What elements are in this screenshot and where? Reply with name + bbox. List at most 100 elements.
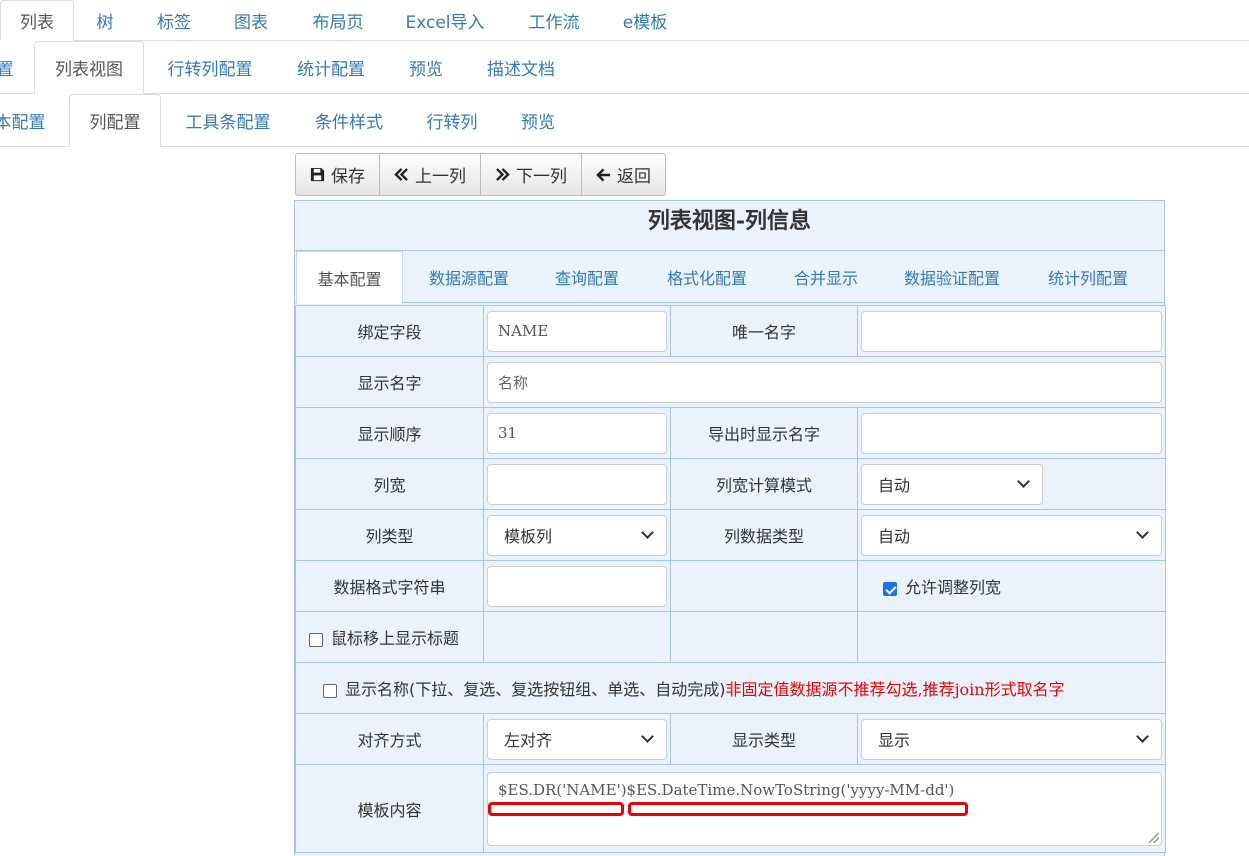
double-chevron-right-icon (496, 168, 510, 181)
tab-chart[interactable]: 图表 (222, 0, 280, 40)
chevron-down-icon (641, 526, 654, 539)
double-chevron-left-icon (394, 168, 408, 181)
template-content-value: $ES.DR('NAME')$ES.DateTime.NowToString('… (498, 780, 955, 799)
form-row: 列类型 模板列 列数据类型 自动 (295, 509, 1166, 561)
tab-row-to-col[interactable]: 行转列 (414, 94, 490, 146)
toolbar: 保存 上一列 下一列 返回 (295, 153, 666, 196)
third-tab-bar: 本配置 列配置 工具条配置 条件样式 行转列 预览 (0, 94, 1249, 147)
back-button[interactable]: 返回 (582, 153, 666, 196)
tab-row-to-col-config[interactable]: 行转列配置 (155, 41, 265, 93)
display-type-value: 显示 (878, 731, 911, 750)
format-string-label: 数据格式字符串 (295, 560, 484, 612)
chevron-down-icon (1136, 730, 1149, 743)
form-row: 显示名字 名称 (295, 356, 1166, 408)
form-row: 对齐方式 左对齐 显示类型 显示 (295, 713, 1166, 765)
form-row: 数据格式字符串 允许调整列宽 (295, 560, 1166, 612)
unique-name-input[interactable] (861, 310, 1162, 352)
second-tab-bar: 置 列表视图 行转列配置 统计配置 预览 描述文档 (0, 41, 1249, 94)
hover-title-label: 鼠标移上显示标题 (331, 629, 460, 648)
tab-layout-page[interactable]: 布局页 (300, 0, 376, 40)
form-row: 列宽 列宽计算模式 自动 (295, 458, 1166, 510)
export-name-label: 导出时显示名字 (670, 407, 858, 459)
tab-preview-2[interactable]: 预览 (509, 94, 567, 146)
tab-datasource-config[interactable]: 数据源配置 (415, 251, 523, 303)
tab-stat-column-config[interactable]: 统计列配置 (1038, 251, 1138, 303)
column-type-value: 模板列 (504, 527, 553, 546)
tab-stats-config[interactable]: 统计配置 (284, 41, 378, 93)
column-data-type-label: 列数据类型 (670, 509, 858, 561)
tab-config-partial[interactable]: 置 (0, 41, 16, 93)
form-row: 绑定字段 NAME 唯一名字 (295, 305, 1166, 357)
tab-basic-config-partial[interactable]: 本配置 (0, 94, 50, 146)
column-data-type-value: 自动 (878, 527, 911, 546)
hover-title-checkbox[interactable] (309, 632, 323, 647)
highlight-mark (628, 801, 968, 816)
tab-conditional-style[interactable]: 条件样式 (303, 94, 395, 146)
unique-name-label: 唯一名字 (670, 305, 858, 357)
tab-basic-config[interactable]: 基本配置 (296, 251, 403, 304)
tab-format-config[interactable]: 格式化配置 (657, 251, 757, 303)
column-type-label: 列类型 (295, 509, 484, 561)
tab-query-config[interactable]: 查询配置 (545, 251, 629, 303)
previous-column-button[interactable]: 上一列 (380, 153, 481, 196)
width-mode-label: 列宽计算模式 (670, 458, 858, 510)
allow-resize-label: 允许调整列宽 (905, 578, 1002, 597)
tab-e-template[interactable]: e模板 (612, 0, 678, 40)
tab-tree[interactable]: 树 (84, 0, 126, 40)
panel-title: 列表视图-列信息 (295, 201, 1164, 251)
next-column-label: 下一列 (516, 167, 567, 187)
template-content-textarea[interactable]: $ES.DR('NAME')$ES.DateTime.NowToString('… (487, 771, 1162, 846)
tab-column-config[interactable]: 列配置 (69, 94, 161, 147)
display-type-select[interactable]: 显示 (861, 718, 1162, 760)
form-row: 鼠标移上显示标题 (295, 611, 1166, 663)
width-mode-select[interactable]: 自动 (861, 463, 1043, 505)
format-string-input[interactable] (487, 565, 667, 607)
previous-column-label: 上一列 (415, 167, 466, 187)
column-info-panel: 列表视图-列信息 基本配置 数据源配置 查询配置 格式化配置 合并显示 数据验证… (294, 200, 1166, 856)
template-content-label: 模板内容 (295, 764, 484, 853)
resize-grip-icon[interactable] (1149, 832, 1159, 843)
save-button[interactable]: 保存 (295, 153, 380, 196)
tab-list[interactable]: 列表 (0, 0, 74, 41)
tab-toolbar-config[interactable]: 工具条配置 (172, 94, 284, 146)
form-row: 模板内容 $ES.DR('NAME')$ES.DateTime.NowToStr… (295, 764, 1166, 853)
allow-resize-checkbox[interactable] (883, 581, 897, 596)
empty-cell (670, 560, 858, 612)
show-name-label: 显示名称(下拉、复选、复选按钮组、单选、自动完成) (345, 680, 726, 699)
tab-list-view[interactable]: 列表视图 (34, 41, 144, 94)
save-button-label: 保存 (331, 167, 365, 187)
tab-label[interactable]: 标签 (145, 0, 203, 40)
show-name-checkbox[interactable] (323, 683, 337, 698)
display-order-input[interactable]: 31 (487, 412, 667, 454)
basic-config-form: 绑定字段 NAME 唯一名字 显示名字 名称 显示顺序 31 导出时显示名字 列… (295, 305, 1166, 853)
highlight-mark (488, 801, 624, 816)
export-name-input[interactable] (861, 412, 1162, 454)
tab-description-doc[interactable]: 描述文档 (474, 41, 568, 93)
floppy-disk-icon (310, 167, 325, 182)
tab-preview[interactable]: 预览 (397, 41, 455, 93)
back-button-label: 返回 (617, 167, 651, 187)
inner-tab-bar: 基本配置 数据源配置 查询配置 格式化配置 合并显示 数据验证配置 统计列配置 (295, 251, 1164, 304)
column-data-type-select[interactable]: 自动 (861, 514, 1162, 556)
next-column-button[interactable]: 下一列 (481, 153, 582, 196)
display-name-label: 显示名字 (295, 356, 484, 408)
empty-cell (483, 611, 671, 663)
show-name-warning: 非固定值数据源不推荐勾选,推荐join形式取名字 (725, 680, 1065, 699)
display-name-input[interactable]: 名称 (487, 361, 1162, 403)
bind-field-label: 绑定字段 (295, 305, 484, 357)
width-mode-value: 自动 (878, 476, 911, 495)
form-row: 显示顺序 31 导出时显示名字 (295, 407, 1166, 459)
alignment-select[interactable]: 左对齐 (487, 718, 667, 760)
alignment-value: 左对齐 (504, 731, 553, 750)
tab-excel-import[interactable]: Excel导入 (396, 0, 494, 40)
column-type-select[interactable]: 模板列 (487, 514, 667, 556)
bind-field-input[interactable]: NAME (487, 310, 667, 352)
column-width-input[interactable] (487, 463, 667, 505)
alignment-label: 对齐方式 (295, 713, 484, 765)
tab-data-validation-config[interactable]: 数据验证配置 (892, 251, 1012, 303)
arrow-left-icon (596, 168, 611, 181)
empty-cell (670, 611, 858, 663)
tab-workflow[interactable]: 工作流 (515, 0, 593, 40)
empty-cell (857, 611, 1166, 663)
tab-merge-display[interactable]: 合并显示 (785, 251, 867, 303)
